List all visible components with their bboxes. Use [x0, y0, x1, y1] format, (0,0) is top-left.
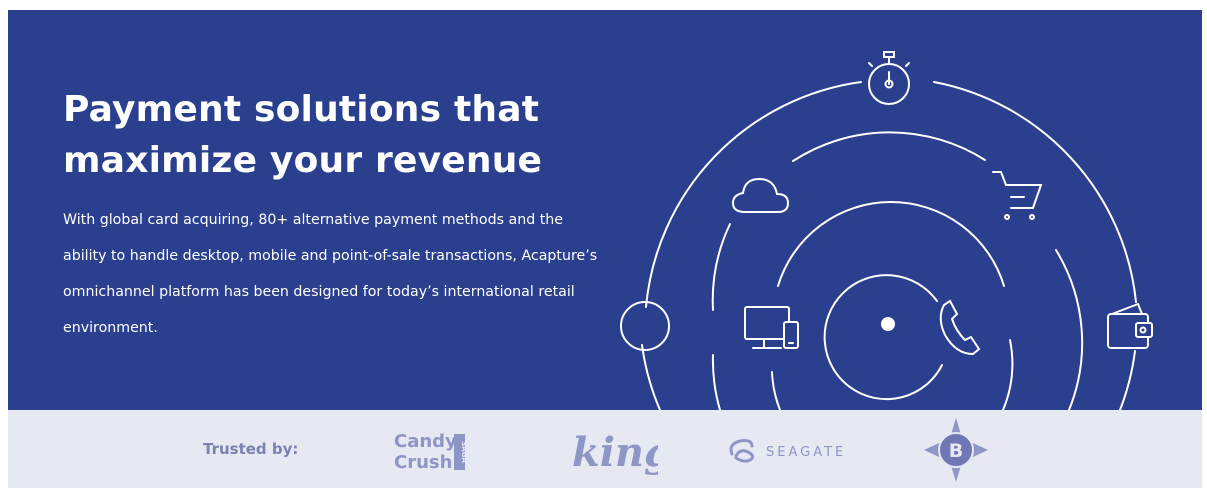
center-dot-icon — [881, 317, 895, 331]
compass-badge-logo: B — [924, 418, 988, 482]
stopwatch-icon — [868, 51, 910, 105]
inner-ring-arc-top — [777, 200, 1005, 287]
inner-ring-arc-lower-left — [771, 371, 781, 410]
outer-ring-arc-right — [933, 81, 1137, 303]
inner-ring-arc-right — [1002, 339, 1014, 410]
candy-crush-saga: SAGA — [460, 441, 468, 463]
wallet-icon — [1107, 302, 1153, 349]
king-logo-text: king — [572, 429, 658, 476]
innermost-ring — [823, 274, 943, 401]
phone-icon — [939, 299, 981, 356]
middle-ring-arc-left — [711, 223, 731, 311]
outer-ring-arc-left — [645, 81, 862, 308]
candy-crush-line2: Crush — [394, 452, 452, 473]
desktop-mobile-icon — [744, 306, 799, 349]
trusted-by-bar: Trusted by: Candy Crush SAGA king SEAGAT… — [8, 410, 1202, 488]
king-logo: king — [572, 429, 658, 476]
middle-ring-arc-right — [1055, 249, 1084, 410]
orbit-illustration — [620, 51, 1153, 410]
middle-ring-arc-top — [792, 131, 986, 162]
seagate-logo-text: SEAGATE — [766, 445, 846, 460]
seagate-logo: SEAGATE — [729, 439, 846, 463]
candy-crush-line1: Candy — [394, 431, 457, 452]
trusted-label: Trusted by: — [203, 440, 299, 458]
outer-ring-arc-lower-left — [641, 344, 661, 410]
middle-ring-arc-lower-left — [711, 354, 721, 410]
candy-crush-logo: Candy Crush SAGA — [394, 431, 468, 473]
circle-icon — [620, 301, 670, 351]
outer-ring-arc-lower-right — [1119, 350, 1136, 410]
seagate-swirl-icon — [729, 439, 755, 463]
shopping-cart-icon — [992, 171, 1043, 220]
compass-badge-letter: B — [949, 440, 963, 462]
cloud-icon — [731, 177, 790, 213]
hero-banner: Payment solutions that maximize your rev… — [8, 10, 1202, 410]
